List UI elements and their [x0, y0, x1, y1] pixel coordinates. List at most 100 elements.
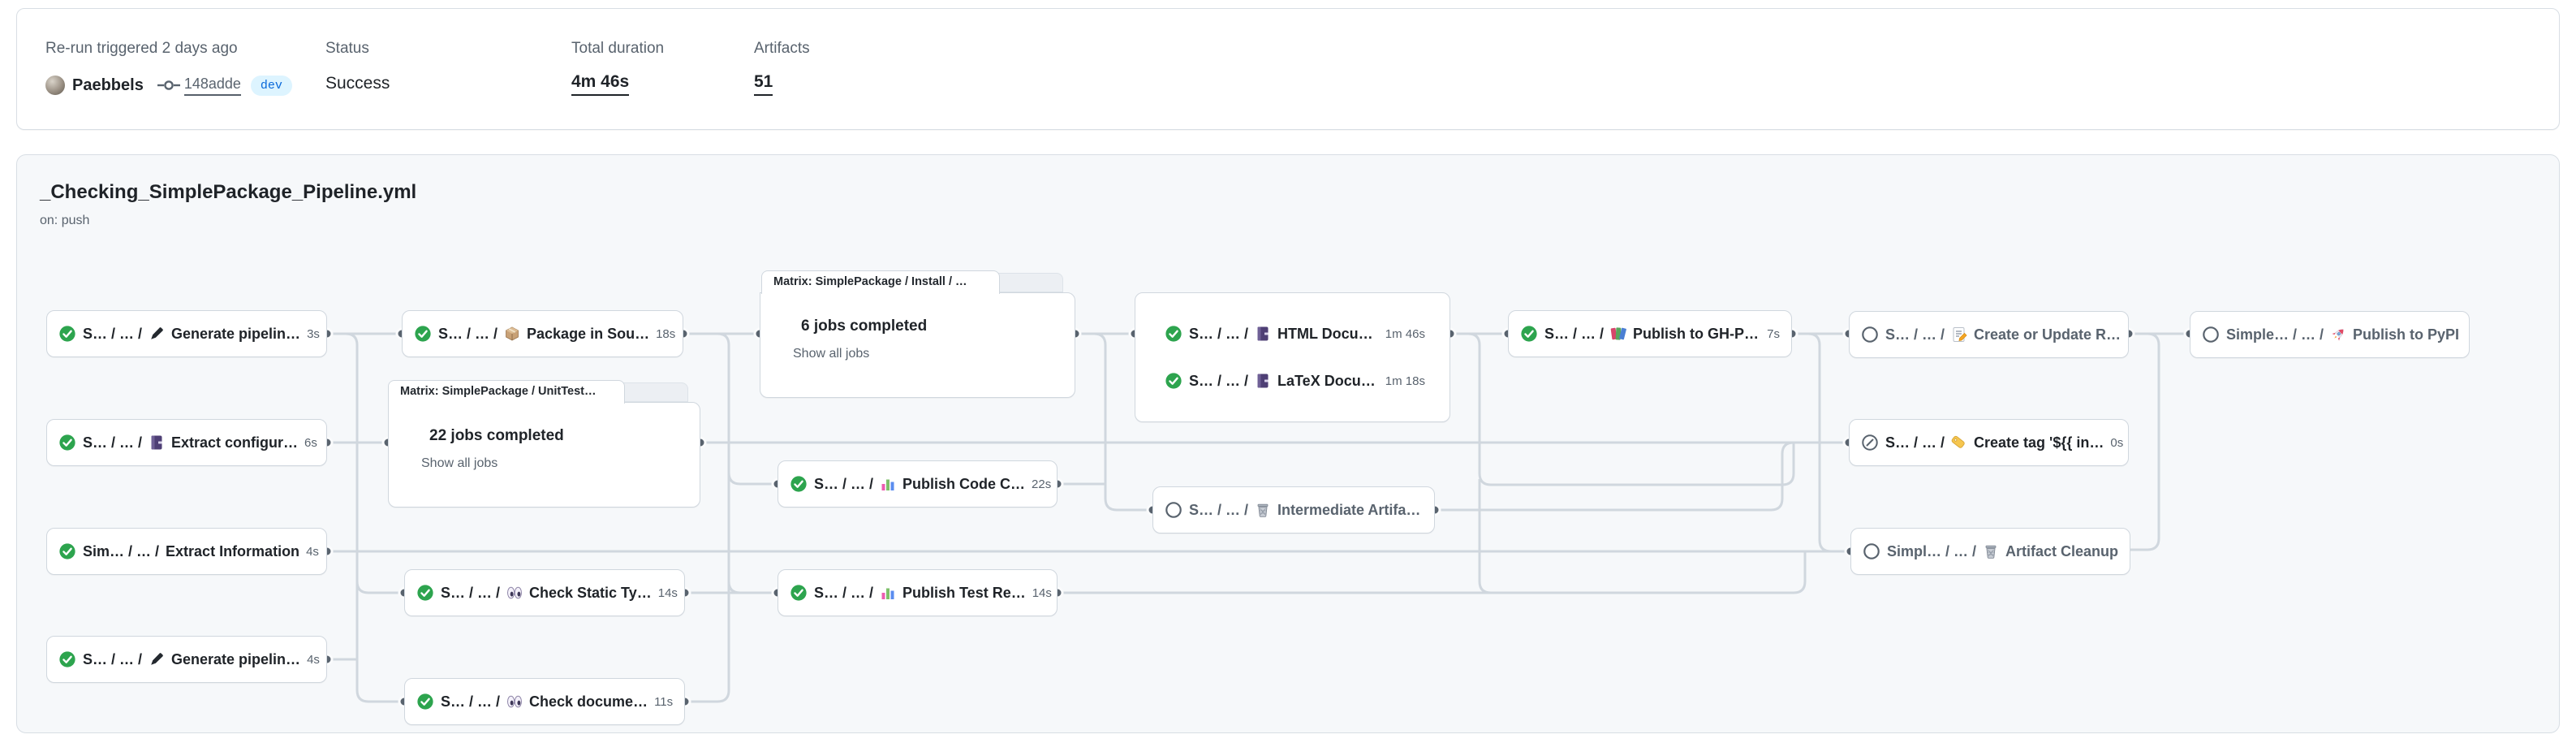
status-waiting-icon: [2202, 326, 2220, 343]
status-success-icon: [416, 693, 434, 711]
job-row-latex-docu-[interactable]: S… / … / LaTeX Docu…1m 18s: [1135, 358, 1450, 404]
job-prefix: S… / … /: [1885, 434, 1945, 451]
job-name: Create or Update R…: [1974, 326, 2121, 343]
tag-icon: [1951, 434, 1967, 451]
matrix-jobs-completed: 6 jobs completed: [801, 318, 927, 335]
job-prefix: S… / … /: [814, 585, 873, 602]
job-node-generate-pipeline-2[interactable]: S… / … / Generate pipelin…4s: [46, 636, 327, 683]
job-row-html-docu-[interactable]: S… / … / HTML Docu… 1m 46s: [1135, 311, 1450, 356]
job-prefix: S… / … /: [1189, 373, 1248, 390]
job-node-publish-to-gh-pages[interactable]: S… / … /Publish to GH-P…7s: [1508, 310, 1792, 357]
job-name: Generate pipelin…: [171, 651, 300, 668]
job-duration: 3s: [300, 327, 320, 341]
job-name: Extract configur…: [171, 434, 298, 451]
job-prefix: S… / … /: [1189, 502, 1248, 519]
job-node-publish-code-coverage[interactable]: S… / … /Publish Code C…22s: [778, 460, 1058, 508]
job-duration: 4s: [299, 545, 319, 559]
job-node-intermediate-artifacts[interactable]: S… / … / Intermediate Artifa…: [1152, 486, 1435, 533]
matrix-tab-matrix-install[interactable]: Matrix: SimplePackage / Install / …: [761, 270, 1000, 294]
job-node-generate-pipeline-1[interactable]: S… / … /Generate pipelin…3s: [46, 310, 327, 357]
eyes-icon: [506, 585, 523, 601]
job-duration: 14s: [1026, 586, 1052, 600]
memo-icon: [1951, 326, 1967, 343]
artifacts-count-link[interactable]: 51: [754, 72, 773, 96]
job-prefix: Simple… / … /: [2226, 326, 2324, 343]
job-prefix: S… / … /: [83, 326, 142, 343]
branch-badge[interactable]: dev: [251, 76, 292, 96]
job-name: Publish Test Re…: [902, 585, 1026, 602]
rerun-label: Re-run triggered 2 days ago: [45, 40, 292, 58]
git-commit-icon: [157, 78, 181, 93]
job-prefix: S… / … /: [83, 651, 142, 668]
trash-icon: [1255, 502, 1271, 518]
job-prefix: S… / … /: [438, 326, 498, 343]
status-success-icon: [58, 325, 76, 343]
avatar[interactable]: [45, 76, 65, 95]
status-waiting-icon: [1861, 326, 1879, 343]
job-node-artifact-cleanup[interactable]: Simpl… / … / Artifact Cleanup: [1850, 528, 2130, 575]
job-name: Check Static Ty…: [529, 585, 652, 602]
actor-link[interactable]: Paebbels: [72, 76, 144, 95]
artifacts-label: Artifacts: [754, 40, 810, 58]
matrix-tab-matrix-unittest[interactable]: Matrix: SimplePackage / UnitTest…: [388, 380, 625, 404]
job-prefix: S… / … /: [1189, 326, 1248, 343]
job-name: LaTeX Docu…: [1277, 373, 1376, 390]
matrix-summary: 22 jobs completed: [389, 403, 700, 445]
graph-edge: [683, 334, 729, 702]
job-duration: 7s: [1760, 327, 1780, 341]
job-prefix: Simpl… / … /: [1887, 543, 1976, 560]
job-duration: 1m 46s: [1379, 327, 1425, 341]
job-duration: 4s: [300, 653, 320, 667]
job-prefix: S… / … /: [441, 585, 500, 602]
duration-column: Total duration 4m 46s: [571, 40, 664, 96]
matrix-card-matrix-install[interactable]: 6 jobs completedShow all jobs: [760, 292, 1075, 398]
book-icon: [149, 434, 165, 451]
graph-edge: [729, 581, 778, 593]
status-waiting-icon: [1863, 542, 1880, 560]
job-node-create-or-update-release[interactable]: S… / … /Create or Update R…: [1849, 311, 2129, 358]
job-name: Create tag '${{ in…: [1974, 434, 2104, 451]
matrix-stack-ghost: [617, 382, 688, 402]
job-node-create-tag[interactable]: S… / … /Create tag '${{ in…0s: [1849, 419, 2129, 466]
job-name: HTML Docu…: [1277, 326, 1373, 343]
job-node-extract-information[interactable]: Sim… / … / Extract Information4s: [46, 528, 327, 575]
job-duration: 6s: [298, 436, 317, 450]
status-column: Status Success: [325, 40, 390, 93]
status-waiting-icon: [1165, 501, 1182, 519]
job-duration: 1m 18s: [1379, 374, 1425, 388]
job-name: Artifact Cleanup: [2005, 543, 2118, 560]
artifacts-column: Artifacts 51: [754, 40, 810, 96]
matrix-summary: 6 jobs completed: [760, 293, 1075, 335]
status-success-icon: [790, 584, 808, 602]
package-icon: [504, 326, 520, 342]
job-node-extract-configuration[interactable]: S… / … / Extract configur…6s: [46, 419, 327, 466]
job-node-package-in-source[interactable]: S… / … /Package in Sou…18s: [402, 310, 683, 357]
status-success-icon: [1165, 372, 1182, 390]
job-prefix: S… / … /: [83, 434, 142, 451]
job-duration: 18s: [649, 327, 675, 341]
status-success-icon: [1165, 325, 1182, 343]
pen-icon: [149, 651, 165, 667]
eyes-icon: [506, 693, 523, 710]
graph-edge: [1058, 551, 1805, 593]
job-name: Intermediate Artifa…: [1277, 502, 1420, 519]
show-all-jobs-link[interactable]: Show all jobs: [760, 335, 1075, 361]
job-node-publish-test-results[interactable]: S… / … / Publish Test Re…14s: [778, 569, 1058, 616]
job-name: Publish to GH-P…: [1633, 326, 1759, 343]
job-node-check-static-typing[interactable]: S… / … /Check Static Ty…14s: [404, 569, 685, 616]
job-name: Publish to PyPI: [2353, 326, 2459, 343]
job-group-documentation: S… / … / HTML Docu… 1m 46s S… / … / LaTeX Do…: [1135, 292, 1450, 422]
job-node-check-documentation[interactable]: S… / … /Check docume…11s: [404, 678, 685, 725]
status-success-icon: [58, 434, 76, 451]
job-name: Check docume…: [529, 693, 648, 711]
matrix-jobs-completed: 22 jobs completed: [429, 427, 564, 445]
status-success-icon: [58, 542, 76, 560]
job-node-publish-to-pypi[interactable]: Simple… / … / Publish to PyPI: [2190, 311, 2470, 358]
duration-value[interactable]: 4m 46s: [571, 72, 629, 96]
job-name: Extract Information: [166, 543, 299, 560]
show-all-jobs-link[interactable]: Show all jobs: [389, 445, 700, 471]
job-prefix: Sim… / … /: [83, 543, 159, 560]
book-icon: [1255, 326, 1271, 342]
matrix-card-matrix-unittest[interactable]: 22 jobs completedShow all jobs: [388, 402, 700, 508]
commit-link[interactable]: 148adde: [184, 76, 241, 96]
